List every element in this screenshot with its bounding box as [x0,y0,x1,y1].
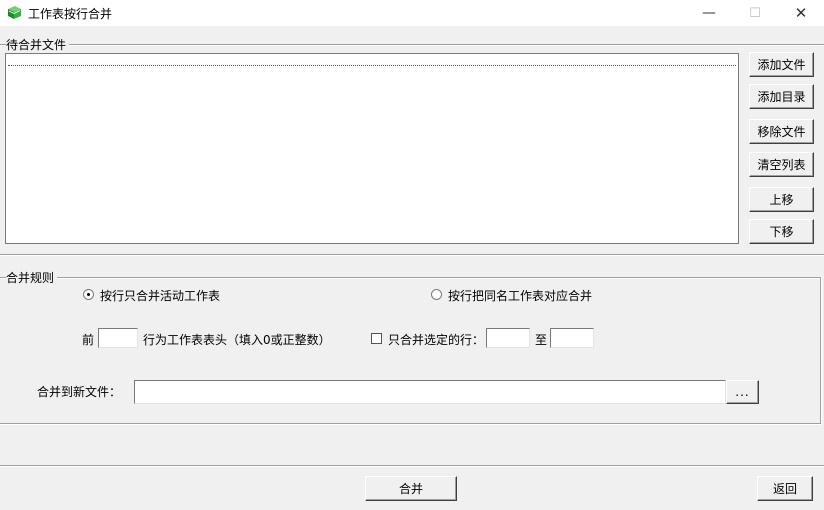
rules-group-label: 合并规则 [6,269,58,286]
header-rows-prefix: 前 [82,333,95,347]
header-rows-suffix: 行为工作表表头（填入0或正整数） [143,333,331,347]
radio-same-name-sheets[interactable] [431,289,442,300]
output-file-input[interactable] [134,380,726,404]
only-selected-rows-label[interactable]: 只合并选定的行： [388,331,484,348]
window-title: 工作表按行合并 [28,7,113,21]
files-group-bottom-line [0,254,824,256]
rows-to-label: 至 [535,333,548,347]
rules-group-line [0,277,821,279]
clear-list-button[interactable]: 清空列表 [749,152,814,177]
output-file-label: 合并到新文件： [37,385,122,399]
close-icon: ✕ [794,4,808,22]
radio-selected-dot [87,293,90,296]
close-button[interactable]: ✕ [778,0,824,26]
radio-active-sheet-only[interactable] [83,289,94,300]
rules-group-right-edge [820,277,822,423]
radio-active-sheet-only-label[interactable]: 按行只合并活动工作表 [100,287,220,304]
merge-button[interactable]: 合并 [365,476,457,501]
move-down-button[interactable]: 下移 [749,219,814,244]
maximize-icon: ☐ [749,5,761,21]
minimize-icon: — [702,5,716,21]
excel-book-icon [8,6,21,19]
remove-file-button[interactable]: 移除文件 [749,119,814,144]
files-group-line [0,44,824,46]
rows-to-input[interactable] [550,328,594,348]
only-selected-rows-checkbox[interactable] [371,333,382,344]
files-group-label: 待合并文件 [6,36,70,53]
rows-from-input[interactable] [486,328,530,348]
list-focus-line [8,56,736,66]
header-rows-input[interactable] [98,328,138,348]
radio-same-name-sheets-label[interactable]: 按行把同名工作表对应合并 [448,287,592,304]
rules-group-bottom-line [0,423,821,425]
add-file-button[interactable]: 添加文件 [749,52,814,77]
minimize-button[interactable]: — [686,0,732,26]
move-up-button[interactable]: 上移 [749,187,814,212]
browse-button[interactable]: ... [726,380,759,404]
add-directory-button[interactable]: 添加目录 [749,84,814,109]
back-button[interactable]: 返回 [757,476,813,501]
title-bar: 工作表按行合并 — ☐ ✕ [0,0,824,26]
maximize-button[interactable]: ☐ [732,0,778,26]
footer-line [0,465,824,467]
file-list[interactable] [5,53,739,244]
